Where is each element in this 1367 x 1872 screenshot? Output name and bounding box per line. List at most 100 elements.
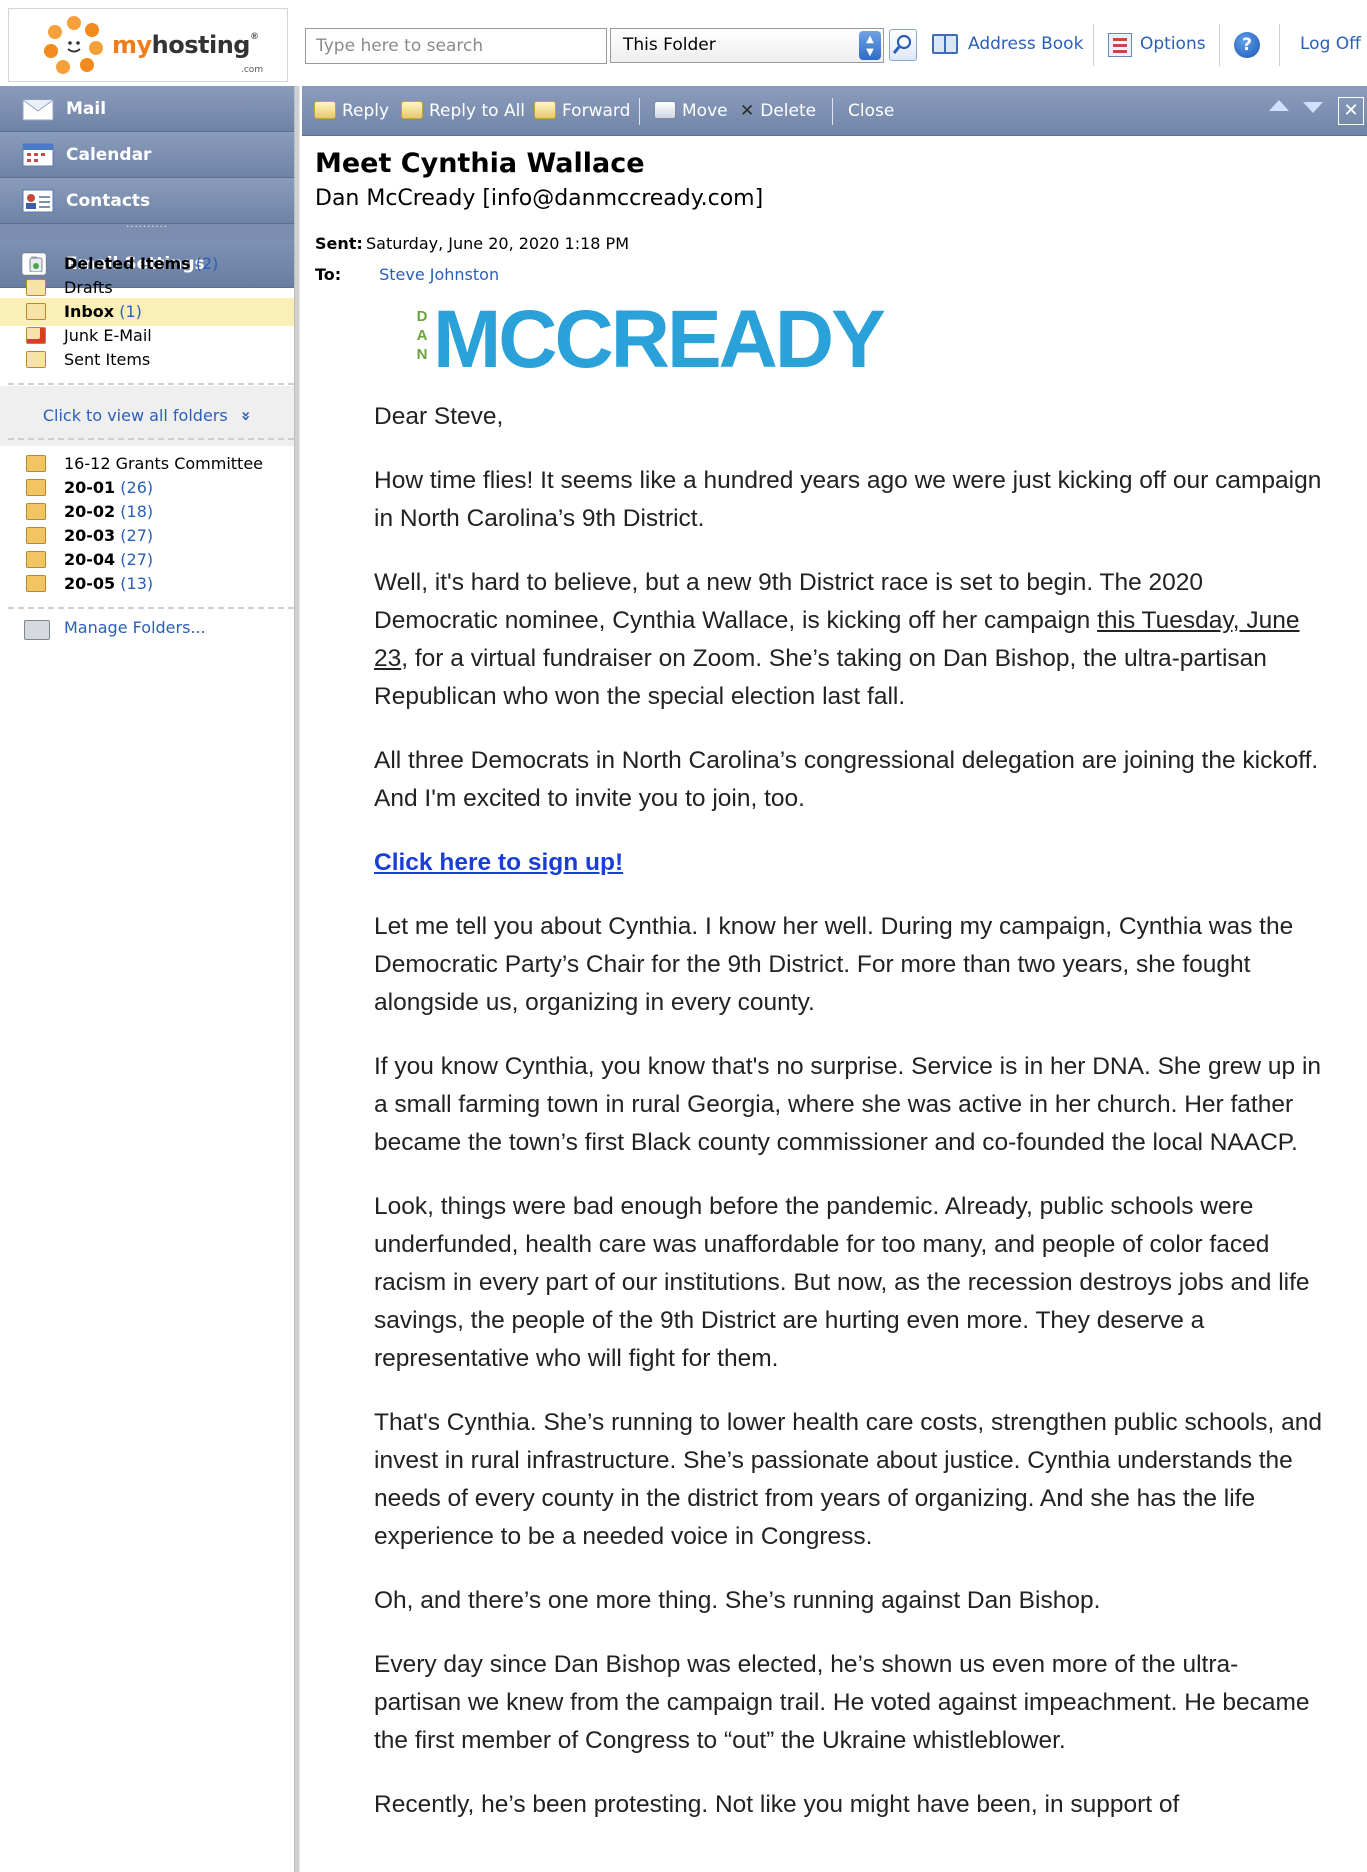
body-paragraph: How time flies! It seems like a hundred … — [374, 467, 1322, 532]
body-paragraph: Oh, and there’s one more thing. She’s ru… — [374, 1587, 1101, 1614]
inbox-icon — [26, 303, 46, 320]
delete-label: Delete — [760, 101, 817, 121]
search-button[interactable] — [889, 29, 917, 61]
left-navigation: Mail Calendar Contacts ·········· Email … — [0, 86, 296, 1872]
unread-count: (1) — [119, 302, 142, 321]
close-button[interactable]: Close — [848, 86, 894, 136]
divider — [8, 607, 294, 609]
text-run: Well, it's hard to believe, but a new 9t… — [374, 569, 1204, 634]
manage-folders-icon[interactable] — [24, 620, 50, 640]
brand-name: MCCREADY — [433, 294, 886, 385]
address-book-icon[interactable] — [932, 34, 958, 54]
reply-icon — [314, 101, 336, 119]
nav-contacts-label: Contacts — [66, 191, 151, 211]
body-paragraph: All three Democrats in North Carolina’s … — [374, 747, 1319, 812]
forward-button[interactable]: Forward — [534, 86, 630, 136]
view-all-folders-link[interactable]: Click to view all folders » — [0, 386, 294, 446]
options-link[interactable]: Options — [1140, 34, 1206, 54]
calendar-icon — [22, 143, 54, 167]
move-label: Move — [682, 101, 728, 121]
next-message-arrow-icon[interactable] — [1303, 102, 1323, 113]
divider — [1093, 24, 1094, 66]
to-label: To: — [315, 265, 342, 284]
address-book-link[interactable]: Address Book — [968, 34, 1083, 54]
close-message-icon[interactable]: ✕ — [1338, 97, 1364, 125]
divider — [1279, 24, 1280, 66]
text-run: , for a virtual fundraiser on Zoom. She’… — [374, 645, 1267, 710]
reply-all-button[interactable]: Reply to All — [401, 86, 525, 136]
folder-20-05[interactable]: 20-05 (13) — [0, 570, 294, 598]
brand-letter: D — [416, 308, 428, 325]
folder-name: Junk E-Mail — [64, 326, 152, 345]
brand-letter: N — [416, 346, 428, 363]
divider — [639, 98, 640, 125]
nav-calendar[interactable]: Calendar — [0, 132, 294, 178]
previous-message-arrow-icon[interactable] — [1269, 100, 1289, 111]
divider — [832, 98, 833, 125]
folder-sent-items[interactable]: Sent Items — [0, 346, 294, 374]
signup-link[interactable]: Click here to sign up! — [374, 849, 623, 876]
contact-card-icon — [22, 189, 54, 213]
search-input[interactable] — [305, 28, 607, 64]
sent-icon — [26, 351, 46, 368]
message-subject: Meet Cynthia Wallace — [315, 148, 645, 179]
body-paragraph: Let me tell you about Cynthia. I know he… — [374, 913, 1294, 1016]
folder-name: 20-05 — [64, 574, 116, 593]
logo[interactable]: myhosting® .com — [8, 8, 288, 82]
message-to-line: To: Steve Johnston — [315, 265, 499, 284]
forward-label: Forward — [562, 101, 631, 121]
folder-icon — [26, 455, 46, 472]
body-paragraph: Recently, he’s been protesting. Not like… — [374, 1791, 1180, 1818]
nav-calendar-label: Calendar — [66, 145, 152, 165]
folder-icon — [26, 575, 46, 592]
message-sent-line: Sent: Saturday, June 20, 2020 1:18 PM — [315, 234, 629, 253]
folder-name: Deleted Items — [64, 254, 191, 273]
brand-letter: A — [416, 327, 428, 344]
body-paragraph: Every day since Dan Bishop was elected, … — [374, 1651, 1310, 1754]
flower-logo-icon — [44, 16, 103, 74]
reply-button[interactable]: Reply — [314, 86, 389, 136]
help-icon[interactable]: ? — [1234, 32, 1260, 58]
folder-name: 20-03 — [64, 526, 116, 545]
folder-icon — [26, 527, 46, 544]
message-sender: Dan McCready [info@danmccready.com] — [315, 186, 764, 211]
logo-text: myhosting® — [112, 31, 259, 59]
forward-icon — [534, 101, 556, 119]
brand-dan: D A N — [413, 307, 431, 365]
move-button[interactable]: Move — [654, 86, 728, 136]
divider — [8, 438, 294, 440]
delete-x-icon: ✕ — [740, 101, 755, 121]
double-chevron-down-icon: » — [236, 410, 256, 422]
search-scope-value: This Folder — [623, 35, 716, 55]
search-scope-select[interactable]: This Folder ▲ ▼ — [610, 28, 884, 63]
view-all-label: Click to view all folders — [42, 406, 228, 425]
reply-all-icon — [401, 101, 423, 119]
message-toolbar: Reply Reply to All Forward Move ✕ Delete … — [302, 86, 1367, 136]
folder-name: Sent Items — [64, 350, 151, 369]
divider — [1219, 24, 1220, 66]
nav-mail[interactable]: Mail — [0, 86, 294, 132]
unread-count: (27) — [120, 550, 154, 569]
folder-icon — [26, 551, 46, 568]
nav-resize-grip[interactable]: ·········· — [0, 223, 294, 240]
message-body: Dear Steve, How time flies! It seems lik… — [374, 398, 1324, 1850]
folder-icon — [26, 503, 46, 520]
folder-name: Drafts — [64, 278, 113, 297]
delete-button[interactable]: ✕ Delete — [740, 86, 816, 136]
log-off-link[interactable]: Log Off — [1300, 34, 1361, 54]
folder-name: 20-04 — [64, 550, 116, 569]
body-paragraph: Look, things were bad enough before the … — [374, 1193, 1310, 1372]
folder-icon — [26, 479, 46, 496]
folder-name: 20-02 — [64, 502, 116, 521]
unread-count: (13) — [120, 574, 154, 593]
greeting: Dear Steve, — [374, 403, 504, 430]
recipient-link[interactable]: Steve Johnston — [379, 265, 499, 284]
pane-splitter[interactable] — [294, 86, 300, 1872]
sent-date: Saturday, June 20, 2020 1:18 PM — [366, 234, 630, 253]
nav-mail-label: Mail — [66, 99, 107, 119]
logo-dotcom: .com — [241, 65, 264, 75]
magnifier-icon — [892, 34, 912, 54]
manage-folders-link[interactable]: Manage Folders... — [64, 618, 206, 637]
options-icon[interactable] — [1108, 33, 1132, 57]
nav-contacts[interactable]: Contacts — [0, 178, 294, 224]
